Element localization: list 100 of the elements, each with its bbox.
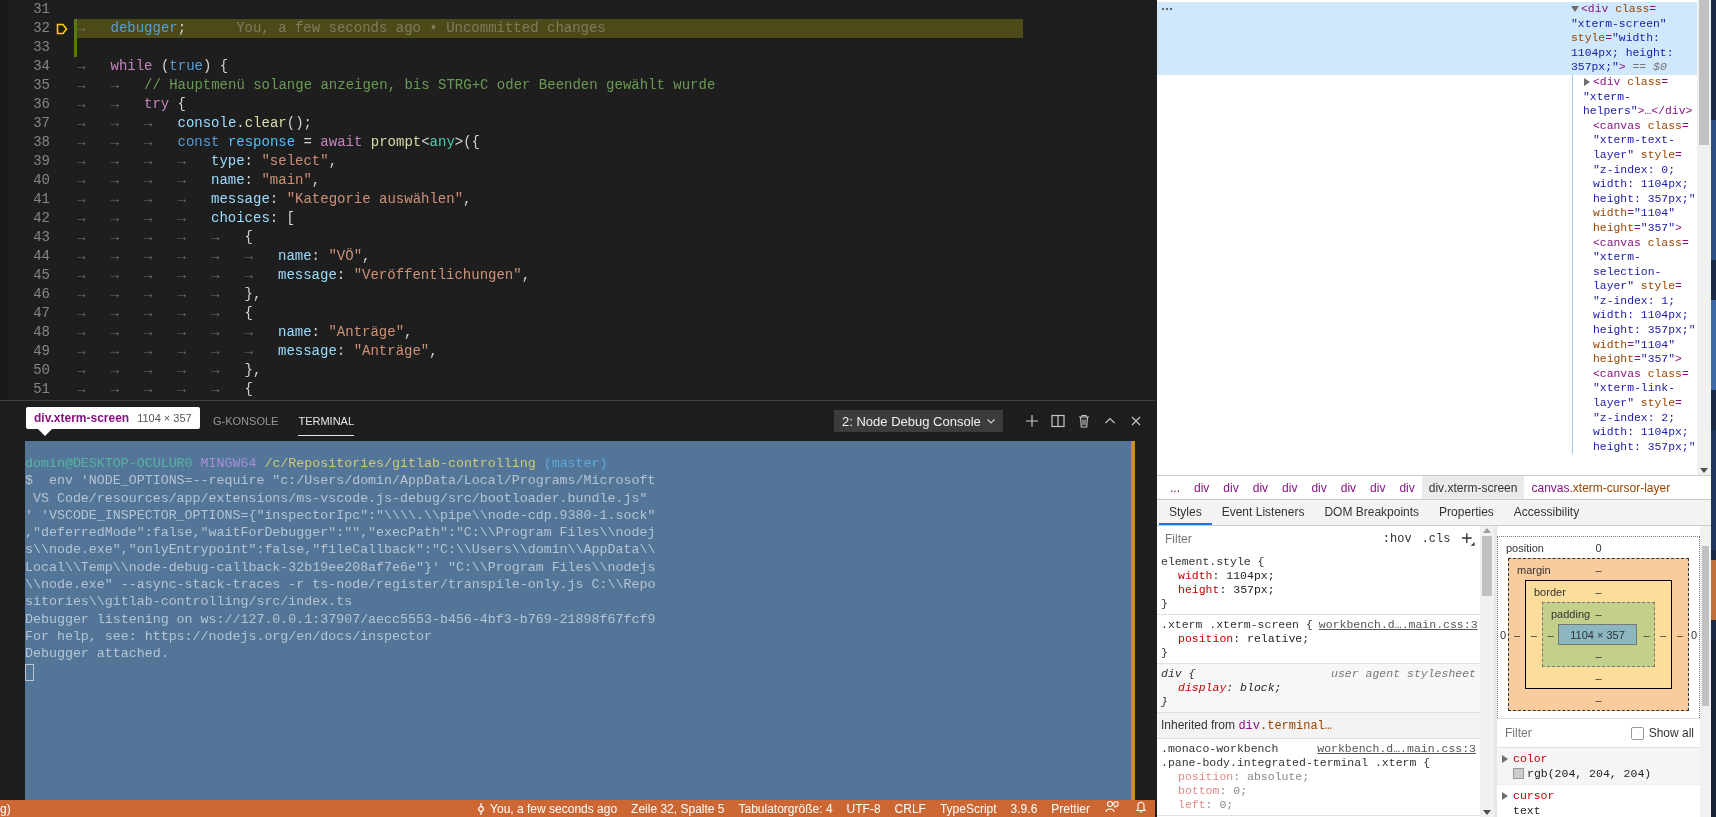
element-link[interactable]: div.terminal… bbox=[1238, 718, 1332, 732]
terminal-select[interactable]: 2: Node Debug Console bbox=[834, 410, 1003, 432]
dom-node[interactable]: <canvas class= "xterm-text-layer" style= "z-index: 0; width: 1104px; height: 357px;" width="1104" height="357"> bbox=[1583, 118, 1697, 236]
line-number: 38 bbox=[32, 133, 50, 152]
box-value: – bbox=[1595, 671, 1602, 684]
status-item[interactable]: UTF-8 bbox=[839, 800, 888, 817]
scroll-down-icon[interactable] bbox=[1697, 465, 1711, 475]
status-item[interactable]: TypeScript bbox=[932, 800, 1004, 817]
expanded-triangle-icon[interactable] bbox=[1571, 5, 1579, 13]
css-property[interactable]: position: relative; bbox=[1161, 632, 1476, 646]
sidebar-tab[interactable]: DOM Breakpoints bbox=[1314, 500, 1430, 525]
line-number: 33 bbox=[32, 38, 50, 57]
breadcrumb-item[interactable]: ... bbox=[1163, 476, 1187, 499]
scrollbar-thumb[interactable] bbox=[1699, 0, 1709, 145]
breadcrumb-item[interactable]: div bbox=[1304, 476, 1334, 499]
code-line: → → → → → }, bbox=[77, 285, 262, 304]
collapsed-triangle-icon[interactable] bbox=[1583, 77, 1591, 86]
property-value: text bbox=[1513, 803, 1541, 817]
breadcrumb-item[interactable]: div bbox=[1333, 476, 1364, 499]
breadcrumb-item[interactable]: div bbox=[1392, 476, 1422, 499]
css-property[interactable]: position: absolute; bbox=[1161, 770, 1476, 784]
panel-tab[interactable]: TERMINAL bbox=[298, 406, 355, 436]
content-box: 1104 × 357 bbox=[1558, 624, 1637, 645]
rule-selector: element.style { bbox=[1161, 555, 1265, 569]
box-value: – bbox=[1595, 693, 1602, 706]
css-property[interactable]: bottom: 0; bbox=[1161, 784, 1476, 798]
sidebar-tab[interactable]: Event Listeners bbox=[1211, 500, 1315, 525]
status-item[interactable]: Zeile 32, Spalte 5 bbox=[624, 800, 732, 817]
scroll-down-icon[interactable] bbox=[1480, 807, 1494, 817]
property-name: color bbox=[1513, 751, 1548, 766]
breadcrumb-item[interactable]: div bbox=[1245, 476, 1276, 499]
trash-icon[interactable] bbox=[1077, 414, 1091, 428]
sidebar-tab[interactable]: Properties bbox=[1429, 500, 1504, 525]
terminal-line: VS Code/resources/app/extensions/ms-vscode.js-debug/src/bootloader.bundle.js" bbox=[31, 489, 649, 507]
code-line: → → → console.clear(); bbox=[77, 114, 312, 133]
breadcrumb-item[interactable]: canvas.xterm-cursor-layer bbox=[1524, 476, 1678, 499]
inherited-label: Inherited from bbox=[1161, 718, 1237, 732]
code-line: → → → → → }, bbox=[77, 361, 262, 380]
status-item[interactable]: You, a few seconds ago bbox=[469, 800, 625, 817]
scrollbar-thumb[interactable] bbox=[1482, 536, 1492, 596]
dom-node[interactable]: <div class= "xterm-screen" style="width: 1104px; height: 357px;"> == $0 bbox=[1571, 2, 1697, 75]
collapsed-triangle-icon[interactable] bbox=[1501, 791, 1509, 800]
source-link[interactable]: workbench.d….main.css:3 bbox=[1317, 742, 1476, 756]
commit-icon bbox=[476, 802, 487, 815]
line-number: 50 bbox=[32, 361, 50, 380]
breadcrumb-item[interactable]: div bbox=[1216, 476, 1246, 499]
box-value: – bbox=[1595, 563, 1602, 576]
source-label: user agent stylesheet bbox=[1331, 667, 1476, 681]
selected-node-row[interactable]: <div class= "xterm-screen" style="width: 1104px; height: 357px;"> == $0 bbox=[1157, 2, 1697, 75]
feedback-icon[interactable] bbox=[1105, 800, 1119, 814]
plus-icon[interactable] bbox=[1025, 414, 1039, 428]
breadcrumb-item[interactable]: div bbox=[1187, 476, 1217, 499]
box-label: border bbox=[1533, 585, 1567, 598]
line-number: 37 bbox=[32, 114, 50, 133]
box-value: – bbox=[1546, 627, 1555, 643]
dom-node[interactable]: <canvas class= "xterm-selection-layer" style= "z-index: 1; width: 1104px; height: 357px;" width="1104" height="357"> bbox=[1583, 235, 1697, 367]
bell-icon[interactable] bbox=[1135, 800, 1147, 814]
sidebar-tab[interactable]: Styles bbox=[1159, 500, 1212, 525]
rule-selector: .xterm .xterm-screen { bbox=[1161, 618, 1313, 632]
css-property[interactable]: height: 357px; bbox=[1161, 583, 1476, 597]
dom-node[interactable]: <canvas class= "xterm-link-layer" style= "z-index: 2; width: 1104px; height: 357px;" bbox=[1583, 366, 1697, 455]
status-item[interactable]: Tabulatorgröße: 4 bbox=[731, 800, 840, 817]
panel-tab[interactable]: G-KONSOLE bbox=[213, 406, 279, 436]
box-value: 0 bbox=[1595, 541, 1602, 554]
scrollbar-thumb[interactable] bbox=[1702, 546, 1709, 706]
toggle-button[interactable]: :hov bbox=[1382, 532, 1412, 546]
breadcrumb-item[interactable]: div.xterm-screen bbox=[1421, 476, 1525, 499]
box-value: – bbox=[1595, 649, 1602, 662]
terminal-line: Debugger attached. bbox=[25, 645, 170, 663]
css-property[interactable]: width: 1104px; bbox=[1161, 569, 1476, 583]
line-number: 41 bbox=[32, 190, 50, 209]
color-swatch[interactable] bbox=[1513, 768, 1524, 779]
ellipsis-icon[interactable] bbox=[1161, 7, 1173, 11]
toggle-button[interactable]: .cls bbox=[1421, 532, 1451, 546]
breadcrumb-item[interactable]: div bbox=[1275, 476, 1305, 499]
line-number: 32 bbox=[32, 19, 50, 38]
new-rule-icon[interactable] bbox=[1460, 531, 1476, 547]
terminal-line: domin@DESKTOP-OCULUR0 MINGW64 /c/Repositories/gitlab-controlling (master) bbox=[25, 455, 609, 473]
sidebar-tab[interactable]: Accessibility bbox=[1503, 500, 1590, 525]
checkbox[interactable] bbox=[1630, 726, 1644, 740]
box-value: 0 bbox=[1689, 627, 1699, 643]
css-property[interactable]: left: 0; bbox=[1161, 798, 1476, 812]
collapsed-triangle-icon[interactable] bbox=[1501, 754, 1509, 763]
status-item[interactable]: 3.9.6 bbox=[1003, 800, 1045, 817]
status-item[interactable]: g) bbox=[0, 801, 11, 816]
code-line: → while (true) { bbox=[77, 57, 229, 76]
split-icon[interactable] bbox=[1051, 414, 1065, 428]
code-line: → → → → → → message: "Anträge", bbox=[77, 342, 438, 361]
css-property[interactable]: display: block; bbox=[1161, 681, 1476, 695]
box-value: – bbox=[1642, 627, 1651, 643]
property-value: rgb(204, 204, 204) bbox=[1527, 766, 1652, 781]
close-icon[interactable] bbox=[1129, 414, 1143, 428]
rule-brace: } bbox=[1161, 695, 1169, 709]
dom-node[interactable]: <div class= "xterm-helpers">…</div> bbox=[1583, 74, 1697, 119]
status-item[interactable]: CRLF bbox=[887, 800, 933, 817]
code-line: → → → → name: "main", bbox=[77, 171, 321, 190]
status-item[interactable]: Prettier bbox=[1044, 800, 1097, 817]
source-link[interactable]: workbench.d….main.css:3 bbox=[1318, 618, 1478, 632]
terminal-line: sitories\\gitlab-controlling/src/index.ts bbox=[25, 593, 354, 611]
breadcrumb-item[interactable]: div bbox=[1363, 476, 1393, 499]
